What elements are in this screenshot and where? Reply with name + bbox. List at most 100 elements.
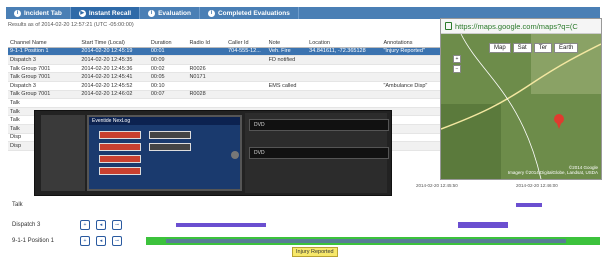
table-cell: Veh. Fire bbox=[268, 48, 291, 55]
table-cell: 2014-02-20 12:45:36 bbox=[81, 65, 133, 72]
table-cell: 2014-02-20 12:45:35 bbox=[81, 56, 133, 63]
volume-icon[interactable]: ⊸ bbox=[112, 236, 122, 246]
column-header[interactable]: Annotations bbox=[381, 40, 448, 46]
table-cell: 00:09 bbox=[150, 56, 165, 63]
tab-completed-evaluations[interactable]: i Completed Evaluations bbox=[200, 7, 299, 19]
table-cell: 2014-02-20 12:45:52 bbox=[81, 82, 133, 89]
table-row[interactable]: Talk Group 7001 2014-02-20 12:45:36 00:02 R… bbox=[8, 65, 448, 74]
select-checkbox[interactable]: + bbox=[80, 236, 90, 246]
timeline-row: Dispatch 3 + ◂ ⊸ bbox=[6, 218, 600, 232]
results-timestamp: Results as of 2014-02-20 12:57:21 (UTC -… bbox=[8, 22, 134, 28]
mute-icon[interactable]: ◂ bbox=[96, 220, 106, 230]
screen-button bbox=[99, 155, 141, 163]
select-checkbox[interactable]: + bbox=[80, 220, 90, 230]
table-row[interactable]: Talk bbox=[8, 99, 448, 108]
table-cell: Talk Group 7001 bbox=[10, 65, 51, 72]
table-cell: 34.841611, -72.365128 bbox=[309, 48, 366, 55]
mute-icon[interactable]: ◂ bbox=[96, 236, 106, 246]
table-cell: Talk Group 7001 bbox=[10, 74, 51, 81]
table-cell: "Ambulance Disp" bbox=[383, 82, 428, 89]
table-cell: 2014-02-20 12:45:41 bbox=[81, 74, 133, 81]
timeline-row-label: 9-1-1 Position 1 bbox=[12, 238, 55, 244]
table-cell: Talk Group 7001 bbox=[10, 91, 51, 98]
map-type-ter-button[interactable]: Ter bbox=[533, 43, 553, 53]
timeline-ruler: 2014-02-20 12:45:50 2014-02-20 12:46:00 bbox=[416, 183, 558, 188]
table-cell: Dispatch 3 bbox=[10, 56, 36, 63]
audio-track[interactable] bbox=[176, 220, 266, 230]
table-row[interactable]: Talk Group 7001 2014-02-20 12:46:02 00:07 R… bbox=[8, 90, 448, 100]
column-header[interactable]: Caller Id bbox=[226, 40, 267, 46]
url-bar[interactable]: https://maps.google.com/maps?q=(C bbox=[441, 19, 601, 34]
drive-bay: DVD DVD bbox=[245, 113, 389, 193]
column-header[interactable]: Channel Name bbox=[8, 40, 79, 46]
screen-button bbox=[149, 131, 191, 139]
audio-track[interactable] bbox=[146, 236, 600, 246]
table-cell: FD notified bbox=[268, 56, 296, 63]
info-icon: i bbox=[14, 9, 21, 17]
table-cell: Dispatch 3 bbox=[10, 82, 36, 89]
table-cell: 9-1-1 Position 1 bbox=[10, 48, 49, 55]
timeline-row: Talk bbox=[6, 198, 600, 212]
zoom-in-button[interactable]: + bbox=[453, 55, 461, 63]
table-row[interactable]: Talk Group 7001 2014-02-20 12:45:41 00:05 N… bbox=[8, 73, 448, 82]
lock-icon bbox=[445, 22, 452, 30]
audio-timeline: 2014-02-20 12:45:50 2014-02-20 12:46:00 … bbox=[6, 183, 600, 257]
column-header[interactable]: Duration bbox=[149, 40, 188, 46]
device-screen: Eventide NexLog bbox=[87, 115, 242, 191]
tab-instant-recall[interactable]: ▶ Instant Recall bbox=[70, 7, 141, 19]
audio-track[interactable] bbox=[458, 220, 508, 230]
column-header[interactable]: Note bbox=[267, 40, 308, 46]
table-cell: Talk bbox=[10, 99, 20, 106]
info-icon: i bbox=[148, 9, 156, 17]
volume-icon[interactable]: ⊸ bbox=[112, 220, 122, 230]
column-header[interactable]: Start Time (Local) bbox=[79, 40, 148, 46]
power-knob bbox=[231, 151, 239, 159]
map-type-map-button[interactable]: Map bbox=[489, 43, 511, 53]
table-row[interactable]: Dispatch 3 2014-02-20 12:45:52 00:10 EMS ca… bbox=[8, 82, 448, 91]
zoom-out-button[interactable]: − bbox=[453, 65, 461, 73]
table-cell: 2014-02-20 12:46:02 bbox=[81, 91, 133, 98]
table-row[interactable]: 9-1-1 Position 1 2014-02-20 12:45:19 00:01… bbox=[8, 47, 448, 57]
table-cell: R0028 bbox=[189, 91, 206, 98]
screen-button bbox=[99, 131, 141, 139]
screen-button bbox=[99, 143, 141, 151]
column-header[interactable]: Radio Id bbox=[187, 40, 226, 46]
dvd-drive: DVD bbox=[249, 119, 389, 131]
screen-button bbox=[149, 143, 191, 151]
tab-incident[interactable]: i Incident Tab bbox=[6, 7, 71, 19]
map-attribution: ©2014 Google Imagery ©2014 DigitalGlobe,… bbox=[507, 165, 598, 175]
timeline-row: 9-1-1 Position 1 + ◂ ⊸ bbox=[6, 234, 600, 248]
table-cell: N0171 bbox=[189, 74, 206, 81]
table-cell: 2014-02-20 12:45:19 bbox=[81, 48, 133, 55]
table-header: Channel Name Start Time (Local) Duration… bbox=[8, 39, 448, 48]
table-cell: 00:07 bbox=[150, 91, 165, 98]
screen-button bbox=[99, 167, 141, 175]
table-cell: "Injury Reported" bbox=[383, 48, 425, 55]
table-cell: 00:10 bbox=[150, 82, 165, 89]
zoom-controls: + − bbox=[453, 55, 461, 73]
tab-evaluation[interactable]: i Evaluation bbox=[140, 7, 200, 19]
table-cell: 704-555-12... bbox=[228, 48, 261, 55]
annotation-marker[interactable]: Injury Reported bbox=[292, 247, 338, 257]
timeline-row-label: Dispatch 3 bbox=[12, 222, 41, 228]
playback-controls: + ◂ ⊸ bbox=[80, 236, 140, 246]
info-icon: i bbox=[207, 9, 215, 17]
table-cell: 00:02 bbox=[150, 65, 165, 72]
table-row[interactable]: Dispatch 3 2014-02-20 12:45:35 00:09 FD not… bbox=[8, 56, 448, 65]
dvd-drive: DVD bbox=[249, 147, 389, 159]
map-view[interactable] bbox=[441, 34, 601, 179]
table-cell: 00:05 bbox=[150, 74, 165, 81]
playback-controls: + ◂ ⊸ bbox=[80, 220, 140, 230]
speaker-grille bbox=[41, 115, 85, 191]
map-type-controls: Map Sat Ter Earth bbox=[489, 43, 579, 53]
column-header[interactable]: Location bbox=[307, 40, 381, 46]
audio-track[interactable] bbox=[514, 200, 544, 210]
table-cell: 00:01 bbox=[150, 48, 165, 55]
map-type-earth-button[interactable]: Earth bbox=[554, 43, 579, 53]
table-cell: R0026 bbox=[189, 65, 206, 72]
table-cell: EMS called bbox=[268, 82, 297, 89]
map-type-sat-button[interactable]: Sat bbox=[512, 43, 532, 53]
map-window[interactable]: https://maps.google.com/maps?q=(C Map Sa… bbox=[440, 18, 602, 180]
play-icon: ▶ bbox=[78, 9, 86, 17]
timeline-row-label: Talk bbox=[12, 202, 23, 208]
